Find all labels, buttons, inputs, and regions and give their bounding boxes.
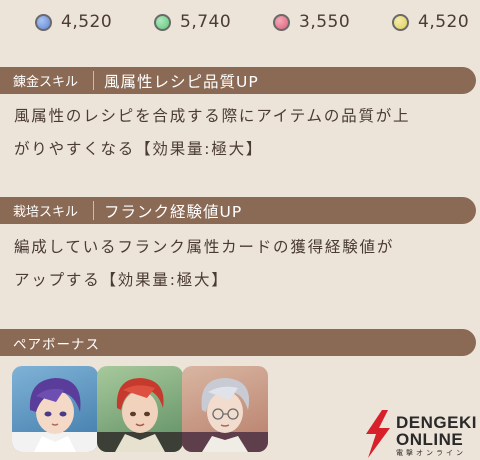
skill-header-cultivation: 栽培スキル フランク経験値UP [0,197,476,224]
silver-haired-character-icon[interactable] [182,366,268,452]
watermark-line1: DENGEKI [396,413,477,432]
skill-header-alchemy: 錬金スキル 風属性レシピ品質UP [0,67,476,94]
resource-yellow: 4,520 [392,11,469,33]
watermark-subtext: 電撃オンライン [396,449,466,457]
skill-name: 風属性レシピ品質UP [104,72,259,91]
watermark-line2: ONLINE [396,430,464,449]
watermark-text: DENGEKI ONLINE [396,414,477,448]
purple-haired-character-icon[interactable] [12,366,98,452]
resource-value: 5,740 [180,12,232,32]
red-haired-character-icon[interactable] [97,366,183,452]
resource-green: 5,740 [154,11,231,33]
blue-orb-icon [35,13,52,31]
skill-description-cultivation: 編成しているフランク属性カードの獲得経験値が アップする【効果量:極大】 [14,231,474,297]
skill-description-alchemy: 風属性のレシピを合成する際にアイテムの品質が上 がりやすくなる【効果量:極大】 [14,100,474,166]
pair-bonus-header: ペアボーナス [0,329,476,356]
resource-bar: 4,520 5,740 3,550 4,520 [0,0,480,44]
resource-blue: 4,520 [35,11,112,33]
divider [93,71,94,90]
resource-value: 3,550 [299,12,351,32]
description-line: 編成しているフランク属性カードの獲得経験値が [14,238,395,256]
skill-type-label: 錬金スキル [13,75,79,90]
divider [93,201,94,220]
dengeki-online-watermark: DENGEKI ONLINE 電撃オンライン [360,408,480,460]
description-line: 風属性のレシピを合成する際にアイテムの品質が上 [14,107,411,125]
green-orb-icon [154,13,171,31]
skill-type-label: 栽培スキル [13,205,79,220]
resource-value: 4,520 [418,12,470,32]
yellow-orb-icon [392,13,409,31]
skill-name: フランク経験値UP [104,202,243,221]
description-line: がりやすくなる【効果量:極大】 [14,140,264,158]
pair-bonus-label: ペアボーナス [13,336,100,353]
resource-value: 4,520 [61,12,113,32]
lightning-bolt-icon [366,410,390,458]
red-orb-icon [273,13,290,31]
description-line: アップする【効果量:極大】 [14,271,229,289]
resource-red: 3,550 [273,11,350,33]
